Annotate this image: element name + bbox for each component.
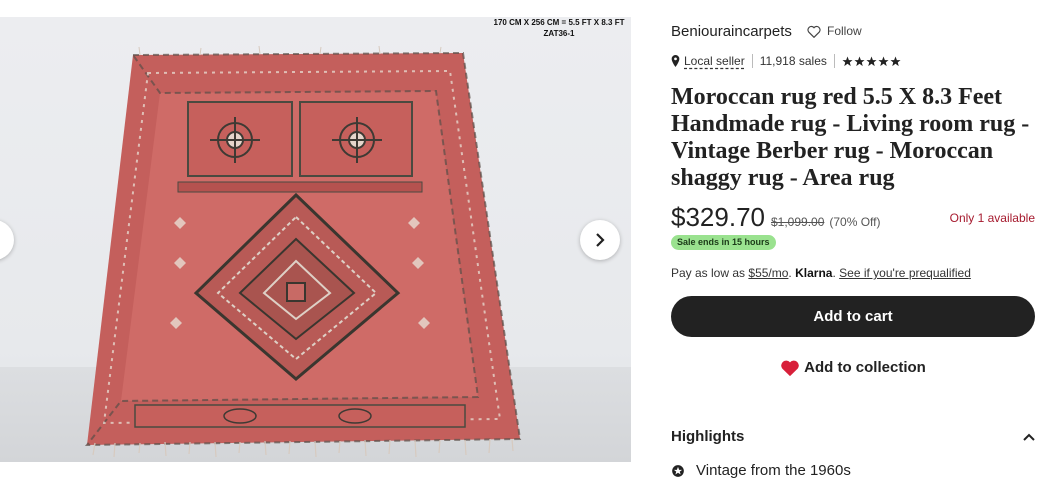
price-row: $329.70 $1,099.00 (70% Off) Only 1 avail… [671,202,1037,233]
star-icon [854,55,865,66]
star-icon [890,55,901,66]
product-title: Moroccan rug red 5.5 X 8.3 Feet Handmade… [671,84,1030,191]
local-seller-link[interactable]: Local seller [684,54,745,68]
shop-name-link[interactable]: Beniouraincarpets [671,23,792,40]
highlights-toggle[interactable]: Highlights [671,428,1035,445]
sale-ends-badge: Sale ends in 15 hours [671,235,776,250]
availability-note: Only 1 available [949,211,1035,225]
klarna-logo: Klarna [795,266,833,280]
sales-count: 11,918 sales [759,54,827,68]
add-to-collection-button[interactable]: Add to collection [671,354,1035,381]
rug-bottom-panel [134,404,466,428]
rating-stars[interactable] [842,55,901,67]
add-to-cart-button[interactable]: Add to cart [671,296,1035,337]
next-image-button[interactable] [580,220,620,260]
original-price: $1,099.00 [770,215,825,229]
image-caption-sku: ZAT36-1 [543,29,575,38]
shop-meta-row: Local seller 11,918 sales [671,54,901,68]
discount-percent: (70% Off) [829,215,881,229]
star-badge-icon [672,464,684,477]
star-icon [842,55,853,66]
map-pin-icon [671,55,680,67]
product-image-carousel[interactable]: 170 CM X 256 CM = 5.5 FT X 8.3 FT ZAT36-… [0,17,631,462]
chevron-left-icon [0,233,1,247]
rug-photo [84,45,522,458]
highlight-text: Vintage from the 1960s [696,462,851,479]
meta-divider [751,54,753,68]
heart-filled-icon [781,360,799,376]
prequalify-link[interactable]: See if you're prequalified [839,266,971,280]
pay-prefix: Pay as low as [671,266,746,280]
follow-label: Follow [827,24,862,38]
add-to-collection-label: Add to collection [804,359,926,376]
chevron-up-icon [1023,433,1035,441]
current-price: $329.70 [671,202,765,232]
highlights-heading: Highlights [671,428,745,445]
star-icon [866,55,877,66]
highlight-item: Vintage from the 1960s [671,462,851,479]
monthly-price: $55/mo [748,266,789,280]
star-icon [878,55,889,66]
shop-header: Beniouraincarpets Follow [671,23,862,40]
follow-shop-button[interactable]: Follow [807,24,862,38]
heart-outline-icon [807,25,821,38]
meta-divider [833,54,835,68]
chevron-right-icon [596,233,605,247]
image-caption-dimensions: 170 CM X 256 CM = 5.5 FT X 8.3 FT [493,18,625,27]
image-size-caption: 170 CM X 256 CM = 5.5 FT X 8.3 FT ZAT36-… [486,17,631,39]
klarna-payment-row: Pay as low as $55/mo. Klarna. See if you… [671,266,971,280]
